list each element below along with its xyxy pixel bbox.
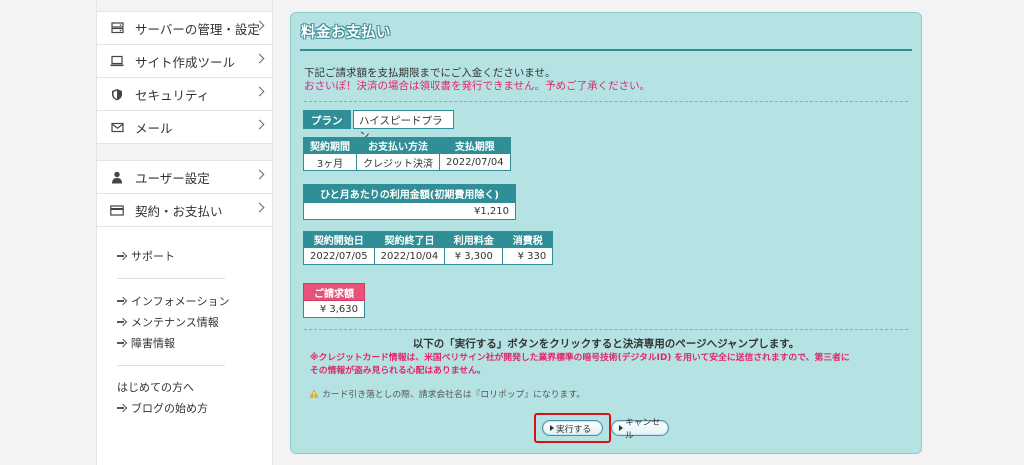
shield-icon	[109, 86, 125, 102]
sidebar: サーバーの管理・設定 サイト作成ツール セキュリティ メール ユーザー設定 契約…	[96, 0, 273, 465]
billing-header: ご請求額	[303, 283, 365, 301]
sidebar-item-user-settings[interactable]: ユーザー設定	[97, 161, 272, 194]
payment-panel: 料金お支払い 下記ご請求額を支払期限までにご入金くださいませ。 おさいぽ！決済の…	[290, 12, 922, 454]
monthly-fee-table: ひと月あたりの利用金額(初期費用除く) ¥1,210	[303, 184, 516, 220]
intro-text: 下記ご請求額を支払期限までにご入金くださいませ。 おさいぽ！決済の場合は領収書を…	[304, 67, 650, 93]
sidebar-item-label: サイト作成ツール	[135, 54, 236, 70]
maintenance-link[interactable]: メンテナンス情報	[117, 311, 272, 332]
page-title: 料金お支払い	[301, 25, 391, 41]
failure-info-link[interactable]: 障害情報	[117, 332, 272, 353]
divider	[117, 365, 225, 366]
title-underline	[300, 49, 912, 51]
divider	[117, 278, 225, 279]
arrow-right-icon	[117, 404, 125, 412]
billing-table: ご請求額 ¥ 3,630	[303, 283, 365, 318]
card-billing-note-text: カード引き落としの際、請求会社名は『ロリポップ』になります。	[322, 390, 586, 400]
information-link-label: インフォメーション	[131, 294, 230, 308]
intro-line: 下記ご請求額を支払期限までにご入金くださいませ。	[304, 67, 556, 79]
billing-amount: ¥ 3,630	[303, 300, 365, 318]
arrow-right-icon	[117, 252, 125, 260]
sidebar-item-security[interactable]: セキュリティ	[97, 78, 272, 111]
security-warning-line: ※クレジットカード情報は、米国ベリサイン社が開発した業界標準の暗号技術(デジタル…	[310, 353, 850, 363]
contract-start-date: 2022/07/05	[303, 247, 375, 265]
table-header: ひと月あたりの利用金額(初期費用除く)	[303, 184, 516, 203]
failure-info-link-label: 障害情報	[131, 336, 175, 350]
play-icon	[550, 425, 554, 431]
table-header: 契約終了日	[373, 231, 446, 248]
table-header: 支払期限	[439, 137, 511, 154]
laptop-icon	[109, 53, 125, 69]
receipt-warning: おさいぽ！決済の場合は領収書を発行できません。予めご了承ください。	[304, 80, 651, 92]
information-link[interactable]: インフォメーション	[117, 290, 272, 311]
consumption-tax: ¥ 330	[502, 247, 554, 265]
warning-icon	[309, 389, 319, 398]
page-gutter	[0, 0, 96, 465]
sidebar-item-label: ユーザー設定	[135, 170, 210, 186]
sidebar-item-label: 契約・お支払い	[135, 203, 223, 219]
execute-button-label: 実行する	[556, 424, 592, 435]
arrow-right-icon	[117, 297, 125, 305]
chevron-right-icon	[254, 86, 265, 97]
sidebar-item-label: セキュリティ	[135, 87, 210, 103]
card-icon	[109, 202, 125, 218]
sidebar-item-label: サーバーの管理・設定	[135, 21, 260, 37]
arrow-right-icon	[117, 318, 125, 326]
jump-notice: 以下の「実行する」ボタンをクリックすると決済専用のページへジャンプします。	[412, 338, 800, 350]
chevron-right-icon	[254, 119, 265, 130]
security-warning-line: その情報が盗み見られる心配はありません。	[310, 366, 486, 376]
user-icon	[109, 169, 125, 185]
cancel-button[interactable]: キャンセル	[611, 418, 669, 441]
sidebar-item-contract-payment[interactable]: 契約・お支払い	[97, 194, 272, 227]
contract-period: 3ヶ月	[303, 153, 357, 171]
chevron-right-icon	[254, 169, 265, 180]
table-header: 契約期間	[303, 137, 357, 154]
blog-guide-link[interactable]: ブログの始め方	[117, 397, 272, 418]
plan-label: プラン	[303, 110, 351, 129]
sidebar-separator	[97, 144, 272, 161]
blog-guide-link-label: ブログの始め方	[131, 401, 208, 415]
contract-end-date: 2022/10/04	[373, 247, 446, 265]
table-header: お支払い方法	[356, 137, 440, 154]
table-header: 利用料金	[444, 231, 504, 248]
chevron-right-icon	[254, 202, 265, 213]
term-table: 契約開始日 契約終了日 利用料金 消費税 2022/07/05 2022/10/…	[303, 231, 554, 265]
cancel-button-label: キャンセル	[625, 418, 661, 441]
sidebar-item-site-tools[interactable]: サイト作成ツール	[97, 45, 272, 78]
sidebar-item-label: メール	[135, 120, 173, 136]
arrow-right-icon	[117, 339, 125, 347]
support-link[interactable]: サポート	[117, 245, 272, 266]
dotted-divider	[304, 329, 908, 330]
usage-fee: ¥ 3,300	[444, 247, 504, 265]
sidebar-item-server-settings[interactable]: サーバーの管理・設定	[97, 12, 272, 45]
maintenance-link-label: メンテナンス情報	[131, 315, 219, 329]
plan-value: ハイスピードプラン	[353, 110, 454, 142]
payment-due-date: 2022/07/04	[439, 153, 511, 171]
sidebar-links: サポート インフォメーション メンテナンス情報 障害情報 はじめての方へ ブログ…	[97, 227, 272, 418]
payment-method: クレジット決済	[356, 153, 440, 171]
card-billing-note: カード引き落としの際、請求会社名は『ロリポップ』になります。	[309, 387, 585, 400]
dotted-divider	[304, 101, 908, 102]
execute-button[interactable]: 実行する	[542, 420, 603, 436]
sidebar-spacer	[97, 0, 272, 12]
support-link-label: サポート	[131, 249, 175, 263]
contract-table: 契約期間 お支払い方法 支払期限 3ヶ月 クレジット決済 2022/07/04	[303, 137, 511, 171]
server-icon	[109, 20, 125, 36]
mail-icon	[109, 119, 125, 135]
chevron-right-icon	[254, 53, 265, 64]
table-header: 消費税	[502, 231, 554, 248]
table-header: 契約開始日	[303, 231, 375, 248]
beginner-heading: はじめての方へ	[117, 381, 194, 394]
monthly-fee-value: ¥1,210	[303, 202, 516, 220]
security-warning: ※クレジットカード情報は、米国ベリサイン社が開発した業界標準の暗号技術(デジタル…	[310, 352, 910, 378]
sidebar-item-mail[interactable]: メール	[97, 111, 272, 144]
play-icon	[619, 425, 623, 431]
